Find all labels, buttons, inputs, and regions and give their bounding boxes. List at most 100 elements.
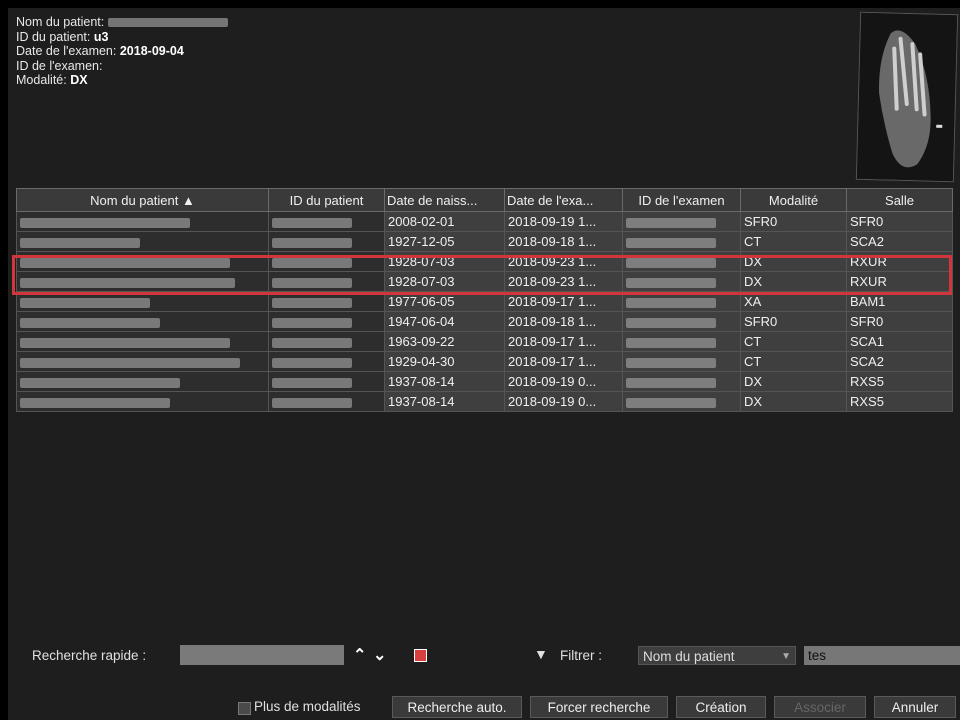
table-row[interactable]: 1937-08-14 2018-09-19 0... DX RXS5 xyxy=(16,371,953,392)
associate-button[interactable]: Associer xyxy=(774,696,866,718)
next-match-icon[interactable]: ⌄ xyxy=(373,645,386,665)
filter-icon: ▼ xyxy=(534,646,548,662)
cell-birth-date: 1937-08-14 xyxy=(384,391,505,412)
col-header-patient-id[interactable]: ID du patient xyxy=(268,188,385,212)
cell-exam-id xyxy=(622,351,741,372)
cell-room: SCA2 xyxy=(846,351,953,372)
previous-match-icon[interactable]: ⌃ xyxy=(353,645,366,665)
cell-patient-id xyxy=(268,391,385,412)
table-row[interactable]: 2008-02-01 2018-09-19 1... SFR0 SFR0 xyxy=(16,211,953,232)
patient-id-label: ID du patient: xyxy=(16,29,91,44)
cell-room: SCA1 xyxy=(846,331,953,352)
cell-exam-id xyxy=(622,231,741,252)
filter-field-select[interactable]: Nom du patient ▼ xyxy=(638,646,796,665)
col-header-modality[interactable]: Modalité xyxy=(740,188,847,212)
col-header-exam-date[interactable]: Date de l'exa... xyxy=(504,188,623,212)
cell-birth-date: 1963-09-22 xyxy=(384,331,505,352)
cell-patient-name xyxy=(16,271,269,292)
cell-patient-id xyxy=(268,331,385,352)
cell-exam-id xyxy=(622,211,741,232)
cell-exam-date: 2018-09-23 1... xyxy=(504,271,623,292)
redacted-value xyxy=(20,377,180,388)
redacted-value xyxy=(272,257,352,268)
cell-modality: DX xyxy=(740,391,847,412)
force-search-button[interactable]: Forcer recherche xyxy=(530,696,668,718)
cell-patient-name xyxy=(16,291,269,312)
cell-exam-date: 2018-09-19 0... xyxy=(504,371,623,392)
xray-thumbnail[interactable] xyxy=(855,11,959,183)
redacted-value xyxy=(626,357,716,368)
redacted-value xyxy=(272,297,352,308)
cell-modality: CT xyxy=(740,351,847,372)
cell-patient-id xyxy=(268,251,385,272)
table-row[interactable]: 1937-08-14 2018-09-19 0... DX RXS5 xyxy=(16,391,953,412)
redacted-value xyxy=(626,277,716,288)
col-header-exam-id[interactable]: ID de l'examen xyxy=(622,188,741,212)
col-header-room[interactable]: Salle xyxy=(846,188,953,212)
redacted-value xyxy=(20,237,140,248)
cell-modality: SFR0 xyxy=(740,311,847,332)
cell-patient-id xyxy=(268,211,385,232)
redacted-value xyxy=(272,237,352,248)
cell-patient-name xyxy=(16,371,269,392)
redacted-value xyxy=(20,397,170,408)
redacted-value xyxy=(20,357,240,368)
table-row[interactable]: 1927-12-05 2018-09-18 1... CT SCA2 xyxy=(16,231,953,252)
cell-exam-id xyxy=(622,311,741,332)
redacted-value xyxy=(272,377,352,388)
redacted-value xyxy=(272,357,352,368)
cell-room: SFR0 xyxy=(846,311,953,332)
patient-name-redacted xyxy=(107,18,228,28)
col-header-patient-name[interactable]: Nom du patient ▲ xyxy=(16,188,269,212)
table-row[interactable]: 1929-04-30 2018-09-17 1... CT SCA2 xyxy=(16,351,953,372)
cell-exam-id xyxy=(622,391,741,412)
redacted-value xyxy=(272,397,352,408)
quick-search-input[interactable] xyxy=(180,645,344,665)
cell-patient-name xyxy=(16,211,269,232)
col-header-birth-date[interactable]: Date de naiss... xyxy=(384,188,505,212)
cell-room: BAM1 xyxy=(846,291,953,312)
exam-id-label: ID de l'examen: xyxy=(16,58,103,73)
cancel-button[interactable]: Annuler xyxy=(874,696,956,718)
cell-birth-date: 1928-07-03 xyxy=(384,251,505,272)
clear-search-icon[interactable] xyxy=(414,649,427,662)
modality-label: Modalité: xyxy=(16,73,67,87)
cell-modality: CT xyxy=(740,331,847,352)
chevron-down-icon: ▼ xyxy=(781,651,791,662)
modality-value: DX xyxy=(70,73,88,87)
cell-patient-name xyxy=(16,391,269,412)
table-row[interactable]: 1947-06-04 2018-09-18 1... SFR0 SFR0 xyxy=(16,311,953,332)
redacted-value xyxy=(626,217,716,228)
action-buttons: Plus de modalités Recherche auto. Forcer… xyxy=(0,696,960,720)
exam-date-label: Date de l'examen: xyxy=(16,44,117,58)
redacted-value xyxy=(626,397,716,408)
redacted-value xyxy=(272,217,352,228)
cell-patient-name xyxy=(16,351,269,372)
cell-room: RXUR xyxy=(846,271,953,292)
cell-exam-id xyxy=(622,371,741,392)
cell-patient-name xyxy=(16,331,269,352)
cell-modality: DX xyxy=(740,251,847,272)
filter-input[interactable]: tes xyxy=(804,646,960,665)
more-modalities-checkbox[interactable] xyxy=(238,702,251,715)
cell-modality: DX xyxy=(740,371,847,392)
patient-id-value: u3 xyxy=(93,29,109,44)
redacted-value xyxy=(20,337,230,348)
table-row[interactable]: 1928-07-03 2018-09-23 1... DX RXUR xyxy=(16,271,953,292)
cell-exam-id xyxy=(622,251,741,272)
table-row[interactable]: 1977-06-05 2018-09-17 1... XA BAM1 xyxy=(16,291,953,312)
cell-patient-id xyxy=(268,351,385,372)
table-row[interactable]: 1928-07-03 2018-09-23 1... DX RXUR xyxy=(16,251,953,272)
cell-modality: XA xyxy=(740,291,847,312)
more-modalities-label[interactable]: Plus de modalités xyxy=(254,699,361,714)
auto-search-button[interactable]: Recherche auto. xyxy=(392,696,522,718)
cell-birth-date: 1977-06-05 xyxy=(384,291,505,312)
table-row[interactable]: 1963-09-22 2018-09-17 1... CT SCA1 xyxy=(16,331,953,352)
table-header-row: Nom du patient ▲ ID du patient Date de n… xyxy=(16,188,953,212)
redacted-value xyxy=(272,317,352,328)
create-button[interactable]: Création xyxy=(676,696,766,718)
cell-room: RXS5 xyxy=(846,391,953,412)
redacted-value xyxy=(626,257,716,268)
cell-birth-date: 1927-12-05 xyxy=(384,231,505,252)
redacted-value xyxy=(626,317,716,328)
